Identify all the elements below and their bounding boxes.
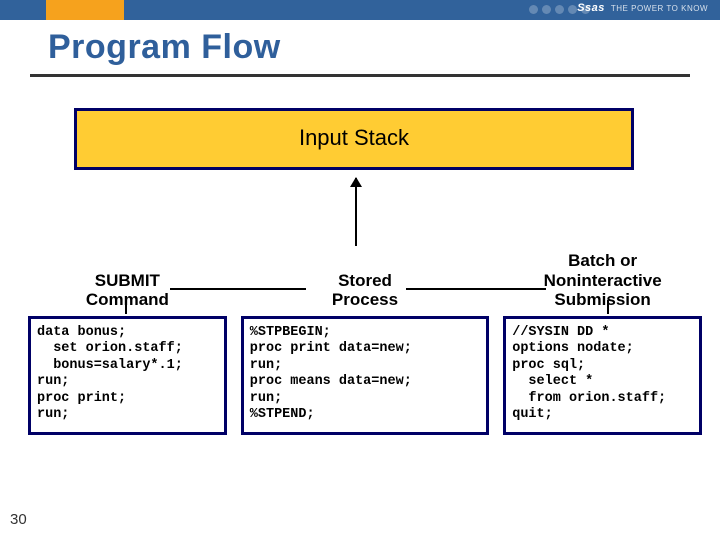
label-stored: Stored Process <box>332 248 398 310</box>
header-accent <box>46 0 124 20</box>
page-title: Program Flow <box>48 28 281 67</box>
col-submit: SUBMIT Command data bonus; set orion.sta… <box>28 248 227 435</box>
page-number: 30 <box>10 511 27 528</box>
code-stored: %STPBEGIN; proc print data=new; run; pro… <box>241 316 489 435</box>
title-rule <box>30 74 690 77</box>
label-batch: Batch or Noninteractive Submission <box>544 248 662 310</box>
columns: SUBMIT Command data bonus; set orion.sta… <box>28 248 702 435</box>
arrow-stored-to-stack <box>355 178 357 246</box>
code-submit: data bonus; set orion.staff; bonus=salar… <box>28 316 227 435</box>
input-stack-box: Input Stack <box>74 108 634 170</box>
input-stack-label: Input Stack <box>74 108 634 170</box>
header-bar: SsasTHE POWER TO KNOW <box>0 0 720 20</box>
col-stored: Stored Process %STPBEGIN; proc print dat… <box>241 248 489 435</box>
col-batch: Batch or Noninteractive Submission //SYS… <box>503 248 702 435</box>
label-submit: SUBMIT Command <box>86 248 169 310</box>
sas-logo: SsasTHE POWER TO KNOW <box>577 2 708 14</box>
code-batch: //SYSIN DD * options nodate; proc sql; s… <box>503 316 702 435</box>
